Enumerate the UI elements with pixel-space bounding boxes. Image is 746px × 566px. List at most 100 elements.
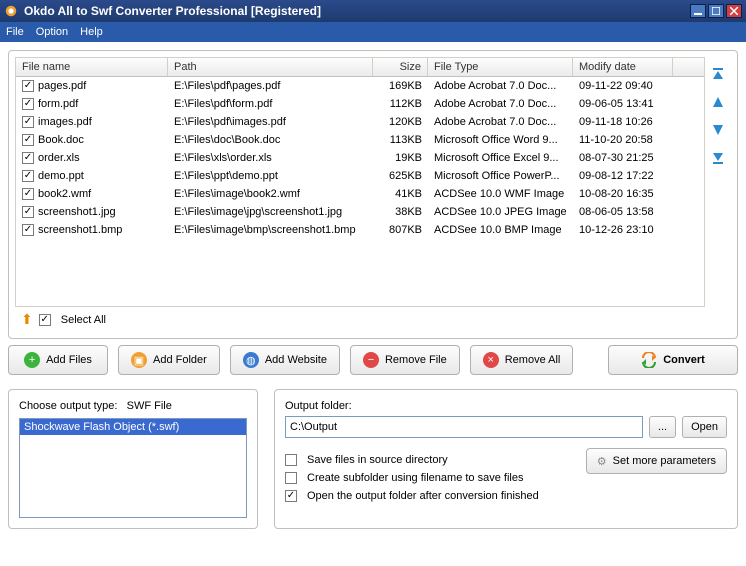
cell-name: form.pdf bbox=[38, 98, 78, 110]
select-all-checkbox[interactable] bbox=[39, 314, 51, 326]
cell-date: 11-10-20 20:58 bbox=[573, 134, 673, 146]
cell-path: E:\Files\xls\order.xls bbox=[168, 152, 373, 164]
titlebar: Okdo All to Swf Converter Professional [… bbox=[0, 0, 746, 22]
add-files-button[interactable]: +Add Files bbox=[8, 345, 108, 375]
move-top-button[interactable] bbox=[709, 65, 727, 83]
cell-path: E:\Files\image\book2.wmf bbox=[168, 188, 373, 200]
cell-type: ACDSee 10.0 BMP Image bbox=[428, 224, 573, 236]
cell-date: 09-08-12 17:22 bbox=[573, 170, 673, 182]
cell-path: E:\Files\pdf\images.pdf bbox=[168, 116, 373, 128]
cell-date: 09-11-18 10:26 bbox=[573, 116, 673, 128]
move-down-button[interactable] bbox=[709, 121, 727, 139]
table-row[interactable]: screenshot1.bmp E:\Files\image\bmp\screen… bbox=[16, 221, 704, 239]
clear-icon: × bbox=[483, 352, 499, 368]
row-checkbox[interactable] bbox=[22, 116, 34, 128]
output-type-label: Choose output type: bbox=[19, 400, 117, 412]
row-checkbox[interactable] bbox=[22, 134, 34, 146]
cell-type: Adobe Acrobat 7.0 Doc... bbox=[428, 80, 573, 92]
table-row[interactable]: order.xls E:\Files\xls\order.xls19KBMicro… bbox=[16, 149, 704, 167]
minimize-button[interactable] bbox=[690, 4, 706, 18]
cell-path: E:\Files\pdf\form.pdf bbox=[168, 98, 373, 110]
row-checkbox[interactable] bbox=[22, 80, 34, 92]
menubar: File Option Help bbox=[0, 22, 746, 42]
remove-all-button[interactable]: ×Remove All bbox=[470, 345, 574, 375]
add-website-button[interactable]: ◍Add Website bbox=[230, 345, 340, 375]
row-checkbox[interactable] bbox=[22, 152, 34, 164]
folder-icon: ▣ bbox=[131, 352, 147, 368]
output-type-item[interactable]: Shockwave Flash Object (*.swf) bbox=[20, 419, 246, 435]
cell-type: Microsoft Office Word 9... bbox=[428, 134, 573, 146]
cell-date: 10-08-20 16:35 bbox=[573, 188, 673, 200]
row-checkbox[interactable] bbox=[22, 206, 34, 218]
add-folder-button[interactable]: ▣Add Folder bbox=[118, 345, 220, 375]
output-type-panel: Choose output type: SWF File Shockwave F… bbox=[8, 389, 258, 529]
up-arrow-icon: ⬆ bbox=[21, 311, 33, 328]
table-row[interactable]: Book.docE:\Files\doc\Book.doc113KBMicros… bbox=[16, 131, 704, 149]
col-path[interactable]: Path bbox=[168, 58, 373, 76]
cell-size: 120KB bbox=[373, 116, 428, 128]
table-row[interactable]: demo.pptE:\Files\ppt\demo.ppt625KBMicros… bbox=[16, 167, 704, 185]
cell-path: E:\Files\doc\Book.doc bbox=[168, 134, 373, 146]
cell-type: Microsoft Office Excel 9... bbox=[428, 152, 573, 164]
cell-type: Microsoft Office PowerP... bbox=[428, 170, 573, 182]
table-row[interactable]: book2.wmfE:\Files\image\book2.wmf41KBACD… bbox=[16, 185, 704, 203]
create-subfolder-label: Create subfolder using filename to save … bbox=[307, 472, 523, 484]
output-folder-input[interactable] bbox=[285, 416, 643, 438]
cell-name: demo.ppt bbox=[38, 170, 84, 182]
convert-button[interactable]: Convert bbox=[608, 345, 738, 375]
row-checkbox[interactable] bbox=[22, 170, 34, 182]
col-filename[interactable]: File name bbox=[16, 58, 168, 76]
table-row[interactable]: pages.pdfE:\Files\pdf\pages.pdf169KBAdob… bbox=[16, 77, 704, 95]
output-type-listbox[interactable]: Shockwave Flash Object (*.swf) bbox=[19, 418, 247, 518]
reorder-controls bbox=[705, 57, 731, 307]
output-type-value: SWF File bbox=[127, 400, 172, 412]
gear-icon: ⚙ bbox=[597, 455, 607, 468]
cell-type: ACDSee 10.0 JPEG Image bbox=[428, 206, 573, 218]
menu-file[interactable]: File bbox=[6, 26, 24, 38]
open-after-checkbox[interactable] bbox=[285, 490, 297, 502]
col-date[interactable]: Modify date bbox=[573, 58, 673, 76]
cell-path: E:\Files\image\bmp\screenshot1.bmp bbox=[168, 224, 373, 236]
cell-size: 41KB bbox=[373, 188, 428, 200]
output-folder-panel: Output folder: ... Open Save files in so… bbox=[274, 389, 738, 529]
close-button[interactable] bbox=[726, 4, 742, 18]
cell-name: screenshot1.bmp bbox=[38, 224, 122, 236]
maximize-button[interactable] bbox=[708, 4, 724, 18]
output-folder-label: Output folder: bbox=[285, 400, 727, 412]
remove-file-button[interactable]: −Remove File bbox=[350, 345, 460, 375]
set-parameters-button[interactable]: ⚙Set more parameters bbox=[586, 448, 727, 474]
cell-type: ACDSee 10.0 WMF Image bbox=[428, 188, 573, 200]
create-subfolder-checkbox[interactable] bbox=[285, 472, 297, 484]
open-after-label: Open the output folder after conversion … bbox=[307, 490, 539, 502]
table-row[interactable]: form.pdfE:\Files\pdf\form.pdf112KBAdobe … bbox=[16, 95, 704, 113]
open-folder-button[interactable]: Open bbox=[682, 416, 727, 438]
col-size[interactable]: Size bbox=[373, 58, 428, 76]
cell-name: order.xls bbox=[38, 152, 80, 164]
move-up-button[interactable] bbox=[709, 93, 727, 111]
row-checkbox[interactable] bbox=[22, 188, 34, 200]
cell-date: 08-06-05 13:58 bbox=[573, 206, 673, 218]
col-type[interactable]: File Type bbox=[428, 58, 573, 76]
cell-path: E:\Files\pdf\pages.pdf bbox=[168, 80, 373, 92]
cell-size: 807KB bbox=[373, 224, 428, 236]
minus-icon: − bbox=[363, 352, 379, 368]
table-row[interactable]: screenshot1.jpgE:\Files\image\jpg\screen… bbox=[16, 203, 704, 221]
select-all-label: Select All bbox=[61, 314, 106, 326]
browse-button[interactable]: ... bbox=[649, 416, 676, 438]
cell-size: 169KB bbox=[373, 80, 428, 92]
cell-date: 09-11-22 09:40 bbox=[573, 80, 673, 92]
save-source-checkbox[interactable] bbox=[285, 454, 297, 466]
row-checkbox[interactable] bbox=[22, 98, 34, 110]
save-source-label: Save files in source directory bbox=[307, 454, 448, 466]
convert-icon bbox=[641, 352, 657, 368]
cell-path: E:\Files\image\jpg\screenshot1.jpg bbox=[168, 206, 373, 218]
row-checkbox[interactable] bbox=[22, 224, 34, 236]
menu-option[interactable]: Option bbox=[36, 26, 68, 38]
cell-type: Adobe Acrobat 7.0 Doc... bbox=[428, 116, 573, 128]
cell-size: 112KB bbox=[373, 98, 428, 110]
table-row[interactable]: images.pdfE:\Files\pdf\images.pdf120KBAd… bbox=[16, 113, 704, 131]
menu-help[interactable]: Help bbox=[80, 26, 103, 38]
window-title: Okdo All to Swf Converter Professional [… bbox=[24, 4, 688, 18]
cell-size: 19KB bbox=[373, 152, 428, 164]
move-bottom-button[interactable] bbox=[709, 149, 727, 167]
